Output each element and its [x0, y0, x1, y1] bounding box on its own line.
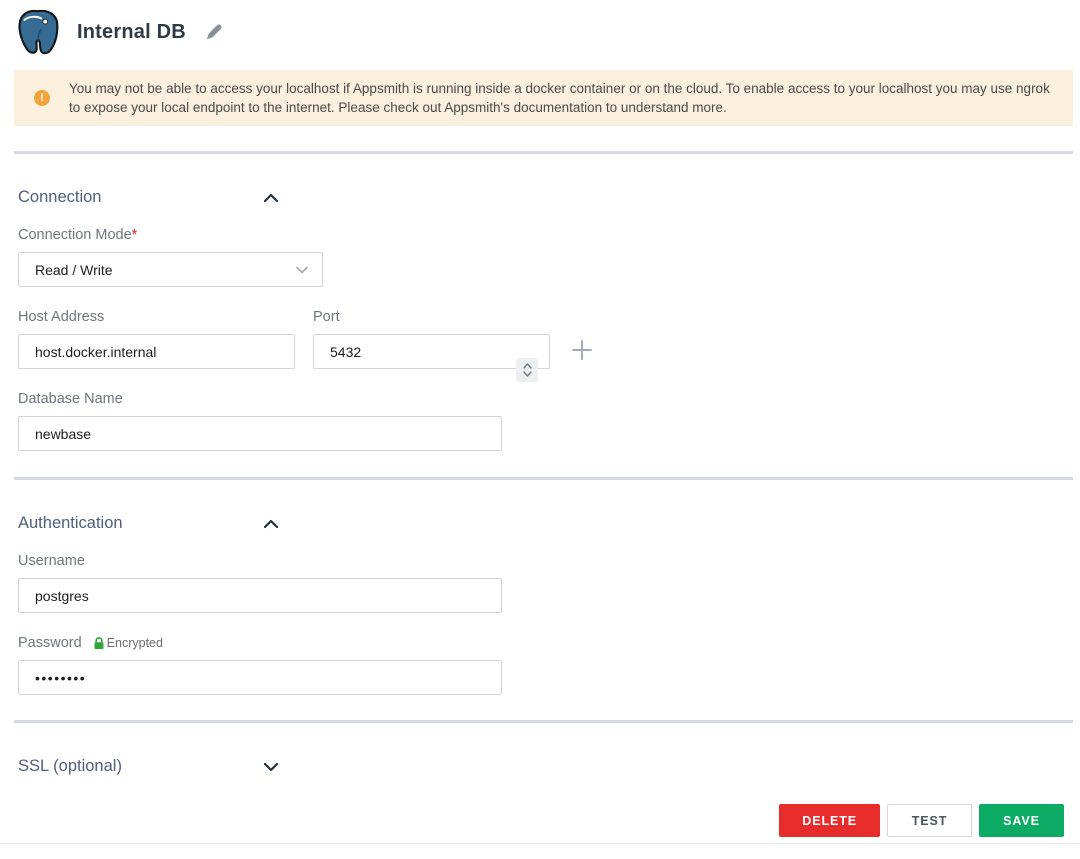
- database-name-label: Database Name: [18, 391, 1080, 407]
- connection-mode-label: Connection Mode*: [18, 227, 1080, 243]
- port-number-stepper[interactable]: [516, 358, 538, 382]
- stepper-down-icon: [523, 371, 532, 377]
- chevron-up-icon: [264, 193, 278, 203]
- section-header-ssl[interactable]: SSL (optional): [18, 757, 278, 776]
- section-divider: [14, 477, 1073, 480]
- port-label: Port: [313, 309, 550, 325]
- datasource-editor-page: Internal DB ! You may not be able to acc…: [0, 0, 1080, 844]
- section-title-ssl: SSL (optional): [18, 757, 122, 776]
- section-divider: [14, 151, 1073, 154]
- connection-mode-select[interactable]: Read / Write: [18, 252, 323, 287]
- section-divider: [14, 720, 1073, 723]
- plus-icon: [572, 340, 592, 360]
- connection-mode-value: Read / Write: [35, 262, 113, 278]
- username-input[interactable]: [18, 578, 502, 613]
- bottom-border: [0, 843, 1080, 844]
- encrypted-badge-text: Encrypted: [107, 636, 163, 650]
- port-input[interactable]: [313, 334, 550, 369]
- host-address-input[interactable]: [18, 334, 295, 369]
- required-asterisk: *: [132, 227, 138, 243]
- delete-button[interactable]: DELETE: [779, 804, 880, 837]
- stepper-up-icon: [523, 363, 532, 369]
- username-label: Username: [18, 553, 1080, 569]
- save-button[interactable]: SAVE: [979, 804, 1064, 837]
- chevron-down-icon: [296, 266, 308, 274]
- edit-name-button[interactable]: [205, 23, 223, 41]
- encrypted-badge: Encrypted: [93, 636, 163, 650]
- add-endpoint-button[interactable]: [572, 340, 592, 360]
- page-title: Internal DB: [77, 21, 186, 44]
- section-header-authentication[interactable]: Authentication: [18, 514, 278, 533]
- chevron-down-icon: [264, 762, 278, 772]
- warning-text: You may not be able to access your local…: [69, 79, 1053, 117]
- password-label-row: Password Encrypted: [18, 635, 1080, 651]
- host-address-group: Host Address: [18, 287, 295, 369]
- host-address-label: Host Address: [18, 309, 295, 325]
- section-title-connection: Connection: [18, 188, 101, 207]
- localhost-warning-banner: ! You may not be able to access your loc…: [14, 70, 1073, 126]
- warning-icon: !: [34, 90, 50, 106]
- password-input[interactable]: [18, 660, 502, 695]
- lock-icon: [93, 637, 105, 650]
- database-name-input[interactable]: [18, 416, 502, 451]
- datasource-header: Internal DB: [0, 0, 1080, 56]
- host-port-row: Host Address Port: [18, 287, 1080, 369]
- pencil-icon: [205, 23, 223, 41]
- password-label: Password: [18, 635, 82, 651]
- section-title-authentication: Authentication: [18, 514, 123, 533]
- connection-mode-label-text: Connection Mode: [18, 227, 132, 243]
- action-button-bar: DELETE TEST SAVE: [0, 804, 1064, 837]
- test-button[interactable]: TEST: [887, 804, 972, 837]
- postgresql-logo-icon: [14, 8, 62, 56]
- port-group: Port: [313, 287, 550, 369]
- section-header-connection[interactable]: Connection: [18, 188, 278, 207]
- chevron-up-icon: [264, 519, 278, 529]
